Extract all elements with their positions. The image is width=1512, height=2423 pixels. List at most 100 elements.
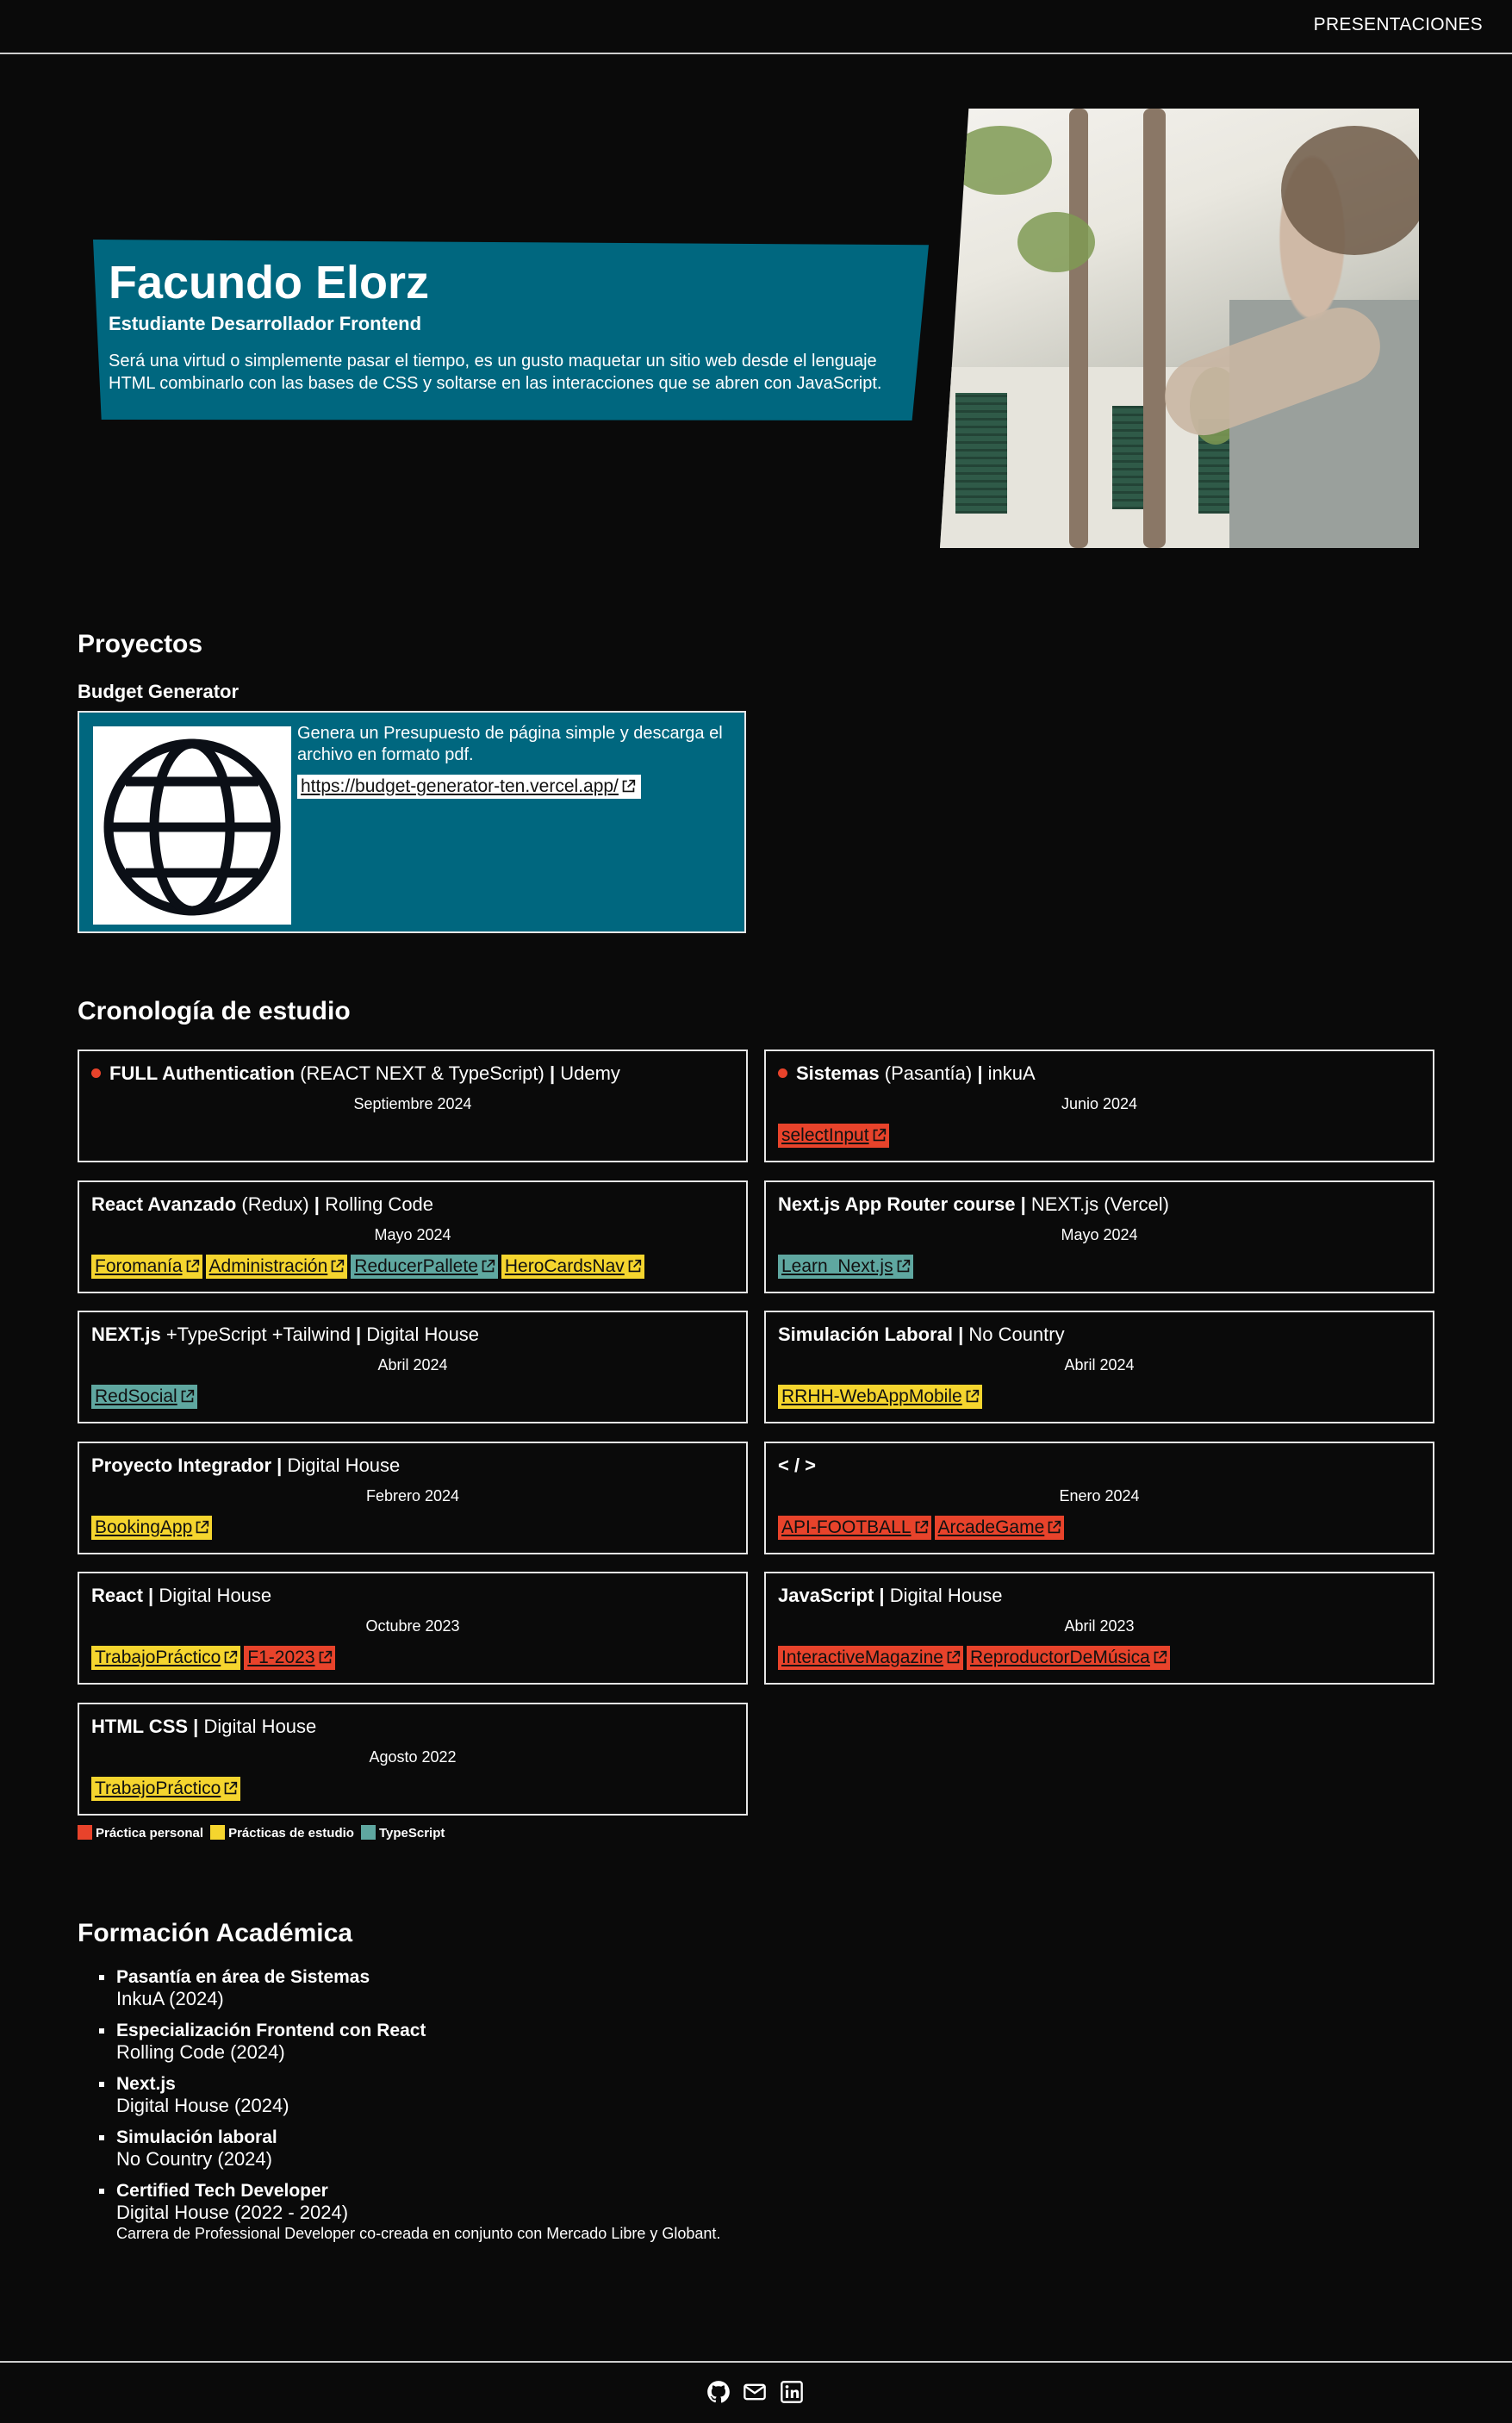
timeline-card-title: React | Digital House bbox=[91, 1584, 271, 1608]
timeline-org: No Country bbox=[963, 1324, 1065, 1345]
timeline-detail: (REACT NEXT & TypeScript) bbox=[295, 1062, 550, 1084]
project-tag-link[interactable]: ArcadeGame bbox=[934, 1515, 1065, 1540]
project-tag-link[interactable]: Learn_Next.js bbox=[778, 1254, 913, 1279]
project-tag-link[interactable]: RedSocial bbox=[91, 1385, 197, 1409]
timeline-tags: BookingApp bbox=[91, 1515, 215, 1540]
external-link-icon bbox=[331, 1259, 345, 1272]
timeline-course: FULL Authentication bbox=[109, 1062, 296, 1084]
external-link-icon bbox=[628, 1259, 641, 1272]
project-description: Genera un Presupuesto de página simple y… bbox=[297, 724, 723, 764]
hero-description: Será una virtud o simplemente pasar el t… bbox=[109, 352, 882, 393]
timeline-org: Rolling Code bbox=[319, 1193, 434, 1215]
project-tag-label[interactable]: F1-2023 bbox=[247, 1648, 314, 1667]
timeline-tags: InteractiveMagazine ReproductorDeMúsica bbox=[778, 1646, 1173, 1670]
current-indicator-dot bbox=[778, 1068, 787, 1078]
timeline-card: React | Digital House Octubre 2023 Trabajo… bbox=[78, 1572, 748, 1685]
project-link-text[interactable]: https://budget-generator-ten.vercel.app/ bbox=[301, 776, 619, 796]
current-indicator-dot bbox=[91, 1068, 101, 1078]
education-title-text: Certified Tech Developer bbox=[116, 2181, 328, 2201]
timeline-date: Abril 2024 bbox=[1064, 1356, 1135, 1373]
project-tag-label[interactable]: ReducerPallete bbox=[354, 1256, 478, 1276]
external-link-icon bbox=[966, 1389, 979, 1403]
timeline-title: Cronología de estudio bbox=[78, 997, 351, 1025]
project-tag-link[interactable]: selectInput bbox=[778, 1124, 889, 1148]
education-title-text: Next.js bbox=[116, 2074, 176, 2094]
project-tag-label[interactable]: TrabajoPráctico bbox=[95, 1648, 221, 1667]
legend-item: Práctica personal bbox=[78, 1825, 204, 1841]
timeline-card: Simulación Laboral | No Country Abril 202… bbox=[764, 1311, 1434, 1423]
hero-role: Estudiante Desarrollador Frontend bbox=[109, 313, 422, 334]
project-tag-label[interactable]: ReproductorDeMúsica bbox=[970, 1648, 1150, 1667]
project-tag-label[interactable]: Learn_Next.js bbox=[781, 1256, 893, 1276]
nav-link-presentaciones[interactable]: PRESENTACIONES bbox=[1314, 15, 1483, 35]
project-tag-link[interactable]: Administración bbox=[205, 1254, 348, 1279]
timeline-tags: Learn_Next.js bbox=[778, 1254, 917, 1279]
legend-label: Práctica personal bbox=[96, 1826, 204, 1841]
project-tag-link[interactable]: API-FOOTBALL bbox=[778, 1515, 931, 1540]
project-tag-link[interactable]: F1-2023 bbox=[244, 1646, 335, 1670]
project-tag-label[interactable]: Foromanía bbox=[95, 1256, 183, 1276]
legend-label: TypeScript bbox=[378, 1826, 445, 1841]
timeline-date: Octubre 2023 bbox=[365, 1617, 460, 1635]
project-tag-label[interactable]: RedSocial bbox=[95, 1386, 177, 1406]
project-tag-link[interactable]: RRHH-WebAppMobile bbox=[778, 1385, 982, 1409]
mail-icon[interactable] bbox=[743, 2380, 767, 2404]
project-tag-label[interactable]: RRHH-WebAppMobile bbox=[781, 1386, 962, 1406]
timeline-course: Proyecto Integrador bbox=[91, 1454, 272, 1476]
timeline-date: Mayo 2024 bbox=[1061, 1225, 1138, 1243]
timeline-card-title: JavaScript | Digital House bbox=[778, 1584, 1003, 1608]
education-note: Carrera de Professional Developer co-cre… bbox=[116, 2225, 721, 2242]
project-tag-label[interactable]: InteractiveMagazine bbox=[781, 1648, 943, 1667]
external-link-icon bbox=[224, 1781, 238, 1794]
timeline-date: Junio 2024 bbox=[1061, 1095, 1138, 1112]
external-link-icon bbox=[873, 1128, 886, 1142]
timeline-course: React bbox=[91, 1585, 143, 1606]
project-tag-label[interactable]: selectInput bbox=[781, 1125, 869, 1145]
hero-name: Facundo Elorz bbox=[109, 257, 430, 308]
external-link-icon bbox=[196, 1520, 209, 1533]
project-tag-link[interactable]: ReproductorDeMúsica bbox=[966, 1646, 1170, 1670]
timeline-tags: RedSocial bbox=[91, 1385, 201, 1409]
project-link[interactable]: https://budget-generator-ten.vercel.app/ bbox=[297, 775, 641, 799]
footer bbox=[0, 2361, 1512, 2423]
legend-swatch bbox=[210, 1825, 226, 1840]
project-tag-label[interactable]: BookingApp bbox=[95, 1517, 192, 1537]
timeline-org: NEXT.js (Vercel) bbox=[1025, 1193, 1170, 1215]
github-icon[interactable] bbox=[706, 2380, 731, 2404]
project-tag-label[interactable]: HeroCardsNav bbox=[505, 1256, 625, 1276]
external-link-icon bbox=[897, 1259, 910, 1272]
timeline-org: Digital House bbox=[884, 1585, 1003, 1606]
timeline-legend: Práctica personal Prácticas de estudio Typ… bbox=[78, 1825, 451, 1841]
external-link-icon bbox=[181, 1389, 194, 1403]
timeline-date: Abril 2024 bbox=[377, 1356, 448, 1373]
timeline-card: JavaScript | Digital House Abril 2023 Inte… bbox=[764, 1572, 1434, 1685]
top-nav: PRESENTACIONES bbox=[0, 0, 1512, 54]
timeline-org: inkuA bbox=[982, 1062, 1036, 1084]
project-tag-label[interactable]: TrabajoPráctico bbox=[95, 1778, 221, 1798]
timeline-course: HTML CSS bbox=[91, 1715, 189, 1737]
timeline-card: Next.js App Router course | NEXT.js (Ver… bbox=[764, 1180, 1434, 1293]
project-tag-link[interactable]: HeroCardsNav bbox=[501, 1254, 644, 1279]
education-item: Especialización Frontend con React Rollin… bbox=[95, 2020, 720, 2064]
timeline-org: Digital House bbox=[198, 1715, 317, 1737]
timeline-card: FULL Authentication (REACT NEXT & TypeSc… bbox=[78, 1050, 748, 1162]
education-title: Formación Académica bbox=[78, 1919, 352, 1947]
project-tag-link[interactable]: ReducerPallete bbox=[351, 1254, 498, 1279]
project-tag-label[interactable]: API-FOOTBALL bbox=[781, 1517, 912, 1537]
timeline-tags: RRHH-WebAppMobile bbox=[778, 1385, 986, 1409]
project-tag-link[interactable]: TrabajoPráctico bbox=[91, 1646, 241, 1670]
hero-text: Facundo Elorz Estudiante Desarrollador F… bbox=[109, 255, 910, 395]
timeline-card-title: FULL Authentication (REACT NEXT & TypeSc… bbox=[91, 1062, 620, 1086]
project-name: Budget Generator bbox=[78, 681, 240, 702]
project-tag-label[interactable]: ArcadeGame bbox=[938, 1517, 1045, 1537]
project-tag-link[interactable]: InteractiveMagazine bbox=[778, 1646, 963, 1670]
linkedin-icon[interactable] bbox=[780, 2380, 804, 2404]
education-title-text: Especialización Frontend con React bbox=[116, 2021, 426, 2040]
legend-item: TypeScript bbox=[360, 1825, 445, 1841]
project-tag-link[interactable]: Foromanía bbox=[91, 1254, 202, 1279]
legend-label: Prácticas de estudio bbox=[228, 1826, 354, 1841]
project-tag-label[interactable]: Administración bbox=[209, 1256, 328, 1276]
project-tag-link[interactable]: BookingApp bbox=[91, 1515, 213, 1540]
project-tag-link[interactable]: TrabajoPráctico bbox=[91, 1776, 241, 1801]
timeline-date: Septiembre 2024 bbox=[353, 1095, 472, 1112]
